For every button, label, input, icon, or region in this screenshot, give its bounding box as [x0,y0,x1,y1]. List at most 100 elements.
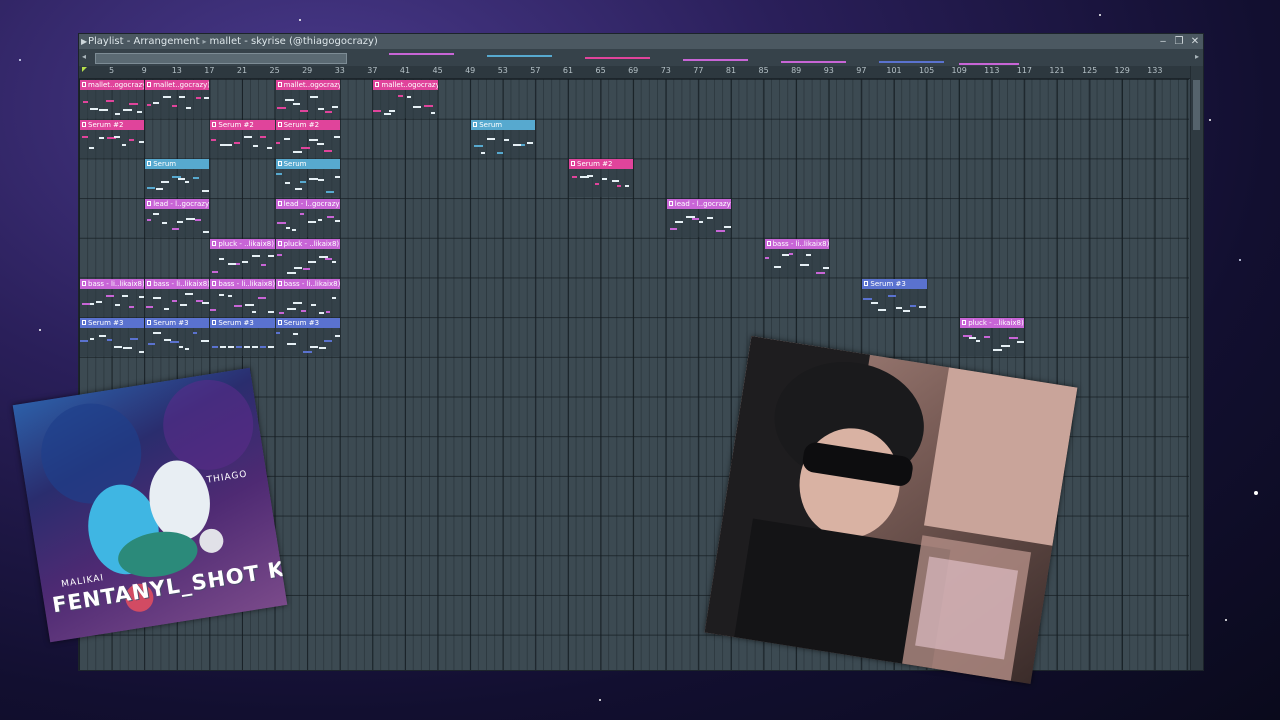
note-preview [122,143,126,146]
pattern-clip[interactable]: mallet..gocrazy) [145,80,210,118]
note-preview [153,102,160,104]
note-preview [123,109,132,111]
note-preview [781,253,789,256]
restore-button[interactable]: ❐ [1174,34,1184,49]
clip-label: lead - l..gocrazy) [666,199,731,210]
note-preview [910,304,917,307]
minimize-button[interactable]: ‒ [1158,34,1168,49]
note-preview [244,135,253,138]
note-preview [234,304,243,307]
note-preview [202,190,210,193]
note-preview [308,138,318,141]
note-preview [389,110,396,112]
ruler-bar-number: 37 [367,66,378,75]
playhead-marker-icon[interactable] [82,67,87,72]
vertical-scroll-thumb[interactable] [1193,80,1200,130]
pattern-clip[interactable]: Serum #3 [210,318,275,357]
note-preview [172,105,178,107]
pattern-clip[interactable]: Serum [471,119,536,158]
pattern-clip[interactable]: bass - li..likaix8) [145,278,210,317]
pattern-clip[interactable]: pluck - ..likaix8) [275,238,340,277]
note-preview [193,332,198,335]
scroll-right-icon[interactable]: ▸ [1195,52,1199,61]
pattern-clip[interactable]: lead - l..gocrazy) [666,199,731,238]
note-preview [202,301,210,304]
pattern-clip[interactable]: Serum #2 [275,119,340,158]
ruler-bar-number: 69 [628,66,639,75]
note-preview [595,183,599,186]
title-arrow-icon[interactable]: ▶ [81,34,87,49]
timeline-ruler[interactable]: 5 9 13 17 21 25 29 33 37 41 45 49 53 57 61 65 69 73 77 81 85… [79,66,1203,79]
clip-label: bass - li..likaix8) [275,278,340,289]
scroll-left-icon[interactable]: ◂ [82,52,86,61]
note-preview [268,346,275,349]
note-preview [284,99,294,101]
ruler-bar-number: 9 [141,66,147,75]
note-preview [871,301,879,304]
arrangement-overview[interactable]: ◂ ▸ [79,49,1203,67]
pattern-clip[interactable]: Serum #2 [80,119,145,158]
note-preview [326,216,334,219]
note-preview [153,213,160,216]
note-preview [242,260,249,263]
note-preview [258,296,267,299]
pattern-clip[interactable]: lead - l..gocrazy) [275,199,340,238]
pattern-clip[interactable]: Serum [145,159,210,198]
note-preview [888,294,897,297]
note-preview [245,303,255,306]
note-preview [170,341,180,344]
pattern-clip[interactable]: Serum #3 [275,318,340,357]
note-preview [474,144,484,147]
note-preview [903,309,911,312]
note-preview [513,143,522,146]
note-preview [331,260,336,263]
pattern-clip[interactable]: Serum #3 [862,278,927,317]
window-titlebar[interactable]: ▶ Playlist - Arrangement ▸ mallet - skyris… [79,34,1203,49]
clip-label: Serum #3 [275,318,340,329]
pattern-clip[interactable]: bass - li..likaix8) [80,278,145,317]
note-preview [300,146,310,149]
pattern-clip[interactable]: lead - l..gocrazy) [145,199,210,238]
pattern-clip[interactable]: mallet..ogocrazy) [373,80,438,118]
pattern-clip[interactable]: bass - li..likaix8) [275,278,340,317]
pattern-clip[interactable]: Serum #3 [145,318,210,357]
note-preview [129,138,134,141]
clip-label: bass - li..likaix8) [210,278,275,289]
pattern-clip[interactable]: pluck - ..likaix8) [960,318,1025,357]
pattern-clip[interactable]: Serum [275,159,340,198]
pattern-clip[interactable]: pluck - ..likaix8) [210,238,275,277]
pattern-clip[interactable]: Serum #3 [80,318,145,357]
overview-scroll-thumb[interactable] [95,53,347,64]
note-preview [384,113,392,115]
note-preview [96,300,102,303]
note-preview [82,135,88,138]
note-preview [179,96,186,98]
pattern-clip[interactable]: mallet..ogocrazy) [275,80,340,118]
note-preview [617,185,621,188]
note-preview [212,346,219,349]
note-preview [253,144,259,147]
pattern-clip[interactable]: bass - li..likaix8) [210,278,275,317]
note-preview [161,181,170,184]
note-preview [275,332,280,335]
note-preview [919,305,927,308]
note-preview [275,141,280,144]
pattern-clip[interactable]: Serum #2 [210,119,275,158]
note-preview [333,135,340,138]
note-preview [204,97,210,99]
note-preview [153,296,162,299]
note-preview [317,219,322,222]
close-button[interactable]: ✕ [1190,34,1200,49]
ruler-bar-number: 49 [465,66,476,75]
pattern-clip[interactable]: mallet..ogocrazy) [80,80,145,118]
vertical-scrollbar[interactable] [1190,66,1203,670]
pattern-clip[interactable]: bass - li..likaix8) [764,238,829,277]
ruler-bar-number: 25 [269,66,280,75]
note-preview [236,262,241,265]
note-preview [99,335,106,338]
note-preview [146,305,154,308]
note-preview [90,302,94,305]
note-preview [331,106,338,108]
pattern-clip[interactable]: Serum #2 [569,159,634,198]
ruler-bar-number: 89 [791,66,802,75]
